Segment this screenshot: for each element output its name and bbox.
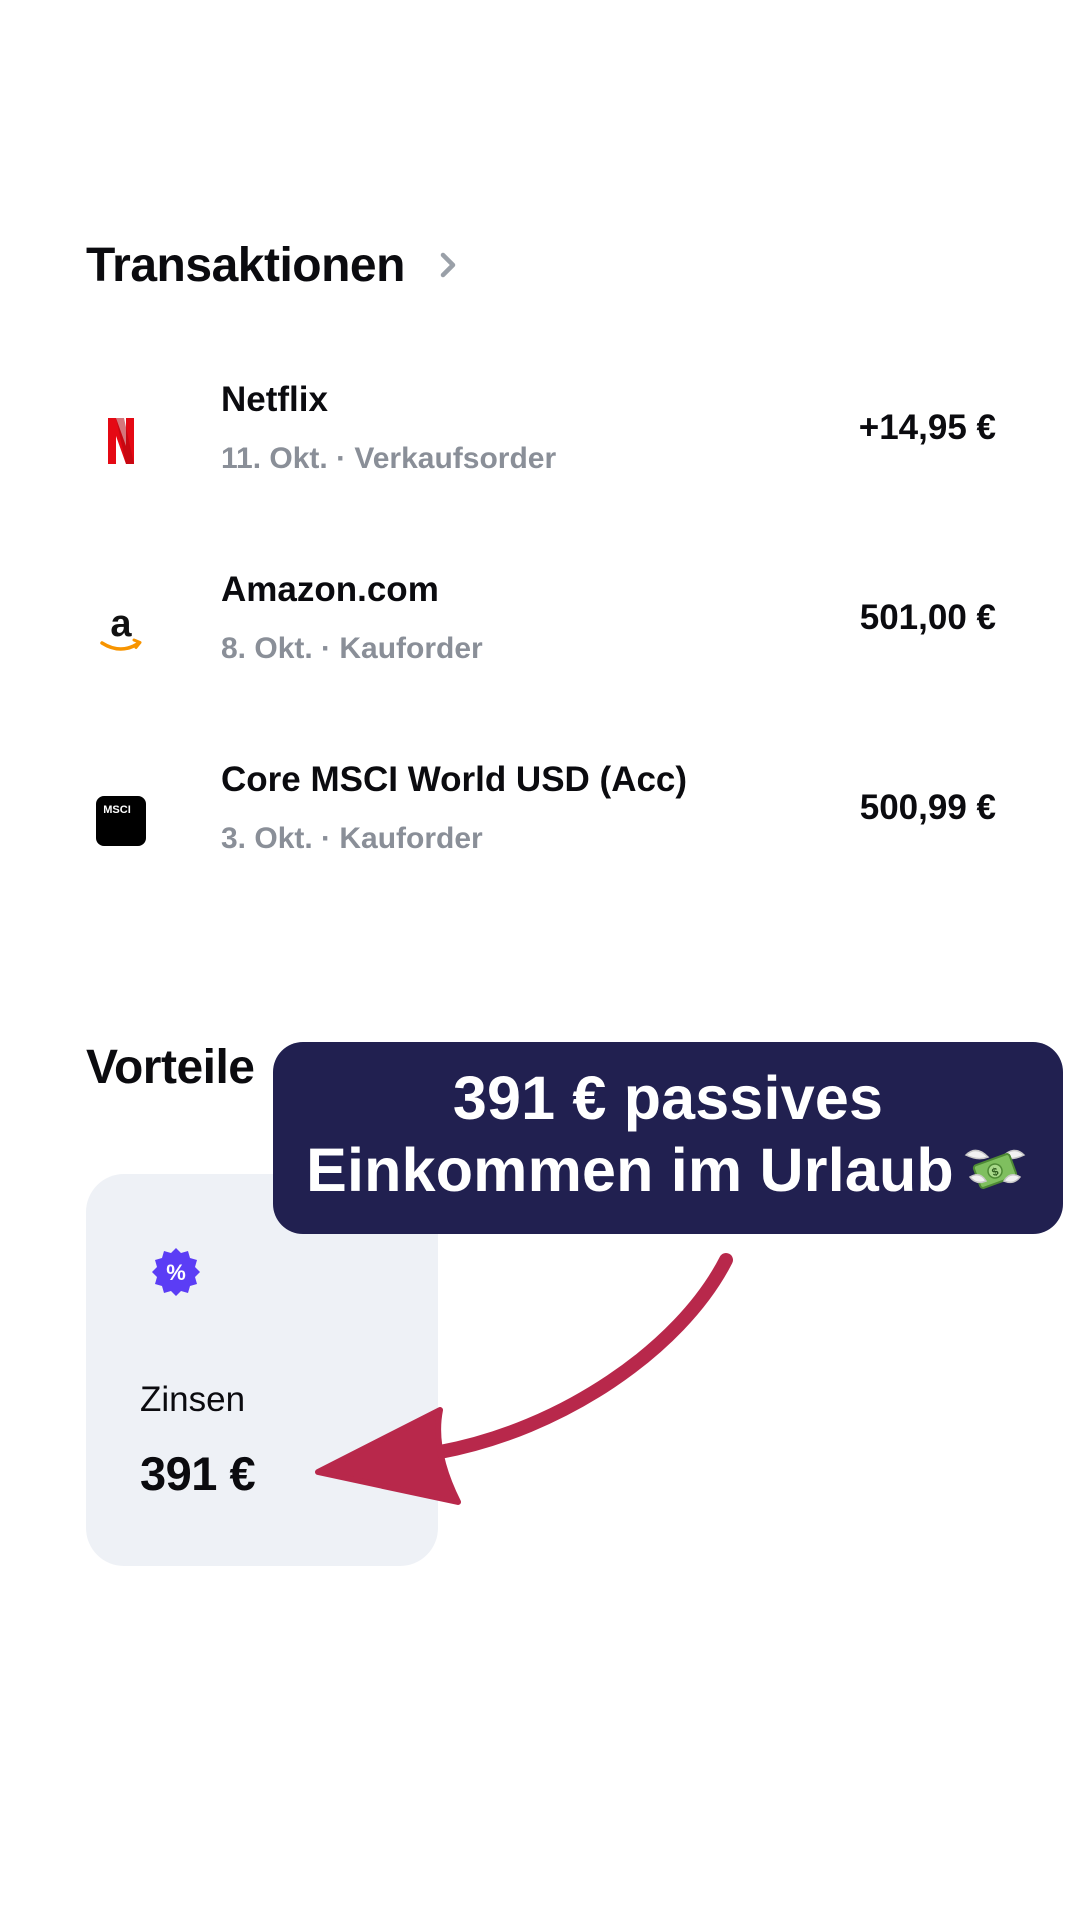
- overlay-banner: 391 € passives Einkommen im Urlaub $: [273, 1042, 1063, 1234]
- svg-text:%: %: [166, 1260, 186, 1285]
- transaction-amount: 501,00 €: [859, 598, 996, 637]
- banner-line-2: Einkommen im Urlaub: [306, 1136, 954, 1204]
- curved-arrow-icon: [315, 1253, 733, 1505]
- svg-text:a: a: [110, 603, 132, 645]
- msci-logo-icon: MSCI: [86, 786, 156, 856]
- transaction-name: Netflix: [221, 380, 328, 419]
- transaction-meta: 11. Okt. · Verkaufsorder: [221, 442, 557, 475]
- transactions-title: Transaktionen: [86, 238, 405, 292]
- transaction-meta: 8. Okt. · Kauforder: [221, 632, 483, 665]
- banner-line-2-container: Einkommen im Urlaub $: [273, 1134, 1063, 1206]
- transaction-amount: +14,95 €: [858, 408, 996, 447]
- transaction-row-netflix[interactable]: Netflix 11. Okt. · Verkaufsorder +14,95 …: [86, 378, 996, 508]
- benefits-title: Vorteile: [86, 1041, 255, 1094]
- interest-label: Zinsen: [140, 1380, 246, 1419]
- interest-value: 391 €: [140, 1447, 256, 1500]
- transaction-name: Core MSCI World USD (Acc): [221, 760, 688, 799]
- percent-badge-icon: %: [152, 1248, 200, 1296]
- money-with-wings-icon: $: [964, 1149, 1026, 1189]
- svg-text:MSCI: MSCI: [103, 804, 131, 816]
- chevron-right-icon: [440, 252, 456, 278]
- amazon-logo-icon: a: [86, 596, 156, 666]
- banner-line-1: 391 € passives: [452, 1064, 884, 1132]
- transaction-name: Amazon.com: [221, 570, 439, 609]
- netflix-logo-icon: [86, 406, 156, 476]
- transaction-row-amazon[interactable]: a Amazon.com 8. Okt. · Kauforder 501,00 …: [86, 568, 996, 698]
- transaction-amount: 500,99 €: [859, 788, 996, 827]
- transaction-meta: 3. Okt. · Kauforder: [221, 822, 483, 855]
- transactions-header[interactable]: Transaktionen: [86, 232, 461, 298]
- transaction-row-msci[interactable]: MSCI Core MSCI World USD (Acc) 3. Okt. ·…: [86, 758, 996, 888]
